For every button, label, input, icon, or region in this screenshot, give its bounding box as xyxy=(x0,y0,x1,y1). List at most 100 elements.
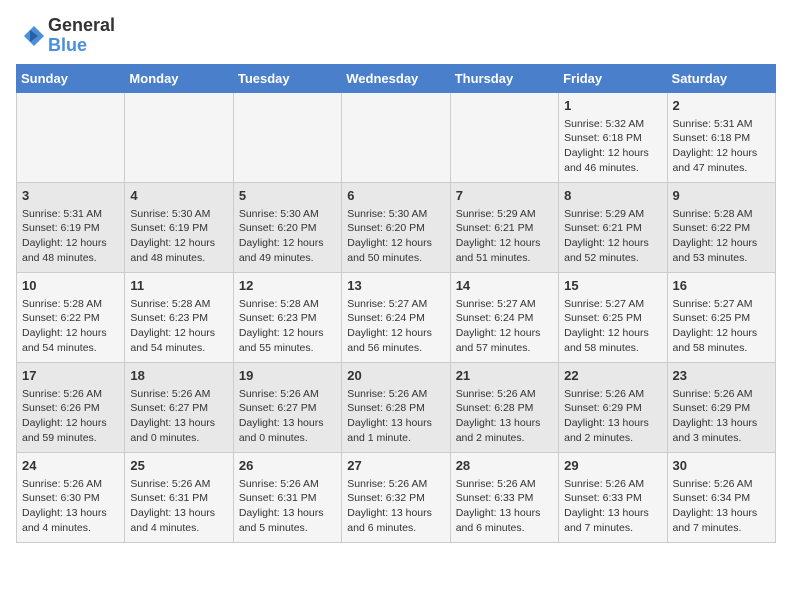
cell-content: Sunrise: 5:31 AM Sunset: 6:19 PM Dayligh… xyxy=(22,207,119,266)
day-number: 14 xyxy=(456,277,553,295)
calendar-cell: 7Sunrise: 5:29 AM Sunset: 6:21 PM Daylig… xyxy=(450,182,558,272)
calendar-cell xyxy=(125,92,233,182)
calendar-cell: 3 Sunrise: 5:31 AM Sunset: 6:19 PM Daylig… xyxy=(17,182,125,272)
week-row-4: 24 Sunrise: 5:26 AM Sunset: 6:30 PM Dayli… xyxy=(17,452,776,542)
week-row-0: 1 Sunrise: 5:32 AM Sunset: 6:18 PM Daylig… xyxy=(17,92,776,182)
logo: General Blue xyxy=(16,16,115,56)
cell-content: Sunrise: 5:30 AM Sunset: 6:19 PM Dayligh… xyxy=(130,207,227,266)
calendar-cell: 21Sunrise: 5:26 AM Sunset: 6:28 PM Dayli… xyxy=(450,362,558,452)
week-row-2: 10 Sunrise: 5:28 AM Sunset: 6:22 PM Dayli… xyxy=(17,272,776,362)
day-number: 1 xyxy=(564,97,661,115)
calendar-cell xyxy=(342,92,450,182)
cell-content: Sunrise: 5:27 AM Sunset: 6:25 PM Dayligh… xyxy=(673,297,770,356)
day-number: 28 xyxy=(456,457,553,475)
day-number: 12 xyxy=(239,277,336,295)
cell-content: Sunrise: 5:28 AM Sunset: 6:22 PM Dayligh… xyxy=(673,207,770,266)
calendar-cell: 4 Sunrise: 5:30 AM Sunset: 6:19 PM Daylig… xyxy=(125,182,233,272)
cell-content: Sunrise: 5:26 AM Sunset: 6:30 PM Dayligh… xyxy=(22,477,119,536)
cell-content: Sunrise: 5:26 AM Sunset: 6:29 PM Dayligh… xyxy=(564,387,661,446)
cell-content: Sunrise: 5:28 AM Sunset: 6:23 PM Dayligh… xyxy=(130,297,227,356)
day-number: 24 xyxy=(22,457,119,475)
cell-content: Sunrise: 5:28 AM Sunset: 6:23 PM Dayligh… xyxy=(239,297,336,356)
day-number: 5 xyxy=(239,187,336,205)
calendar-cell: 8 Sunrise: 5:29 AM Sunset: 6:21 PM Daylig… xyxy=(559,182,667,272)
calendar-cell: 20 Sunrise: 5:26 AM Sunset: 6:28 PM Dayli… xyxy=(342,362,450,452)
calendar-cell: 22 Sunrise: 5:26 AM Sunset: 6:29 PM Dayli… xyxy=(559,362,667,452)
logo-text: General Blue xyxy=(48,16,115,56)
day-number: 29 xyxy=(564,457,661,475)
cell-content: Sunrise: 5:29 AM Sunset: 6:21 PM Dayligh… xyxy=(564,207,661,266)
day-number: 2 xyxy=(673,97,770,115)
cell-content: Sunrise: 5:31 AM Sunset: 6:18 PM Dayligh… xyxy=(673,117,770,176)
day-number: 20 xyxy=(347,367,444,385)
day-number: 8 xyxy=(564,187,661,205)
header-sunday: Sunday xyxy=(17,64,125,92)
day-number: 23 xyxy=(673,367,770,385)
cell-content: Sunrise: 5:26 AM Sunset: 6:31 PM Dayligh… xyxy=(239,477,336,536)
cell-content: Sunrise: 5:30 AM Sunset: 6:20 PM Dayligh… xyxy=(239,207,336,266)
cell-content: Sunrise: 5:26 AM Sunset: 6:33 PM Dayligh… xyxy=(456,477,553,536)
day-number: 16 xyxy=(673,277,770,295)
day-number: 11 xyxy=(130,277,227,295)
calendar-cell: 15 Sunrise: 5:27 AM Sunset: 6:25 PM Dayli… xyxy=(559,272,667,362)
day-number: 3 xyxy=(22,187,119,205)
cell-content: Sunrise: 5:26 AM Sunset: 6:29 PM Dayligh… xyxy=(673,387,770,446)
cell-content: Sunrise: 5:32 AM Sunset: 6:18 PM Dayligh… xyxy=(564,117,661,176)
calendar-cell: 27 Sunrise: 5:26 AM Sunset: 6:32 PM Dayli… xyxy=(342,452,450,542)
cell-content: Sunrise: 5:26 AM Sunset: 6:33 PM Dayligh… xyxy=(564,477,661,536)
cell-content: Sunrise: 5:27 AM Sunset: 6:25 PM Dayligh… xyxy=(564,297,661,356)
calendar-cell: 19 Sunrise: 5:26 AM Sunset: 6:27 PM Dayli… xyxy=(233,362,341,452)
day-number: 13 xyxy=(347,277,444,295)
header-saturday: Saturday xyxy=(667,64,775,92)
header-friday: Friday xyxy=(559,64,667,92)
day-number: 19 xyxy=(239,367,336,385)
day-number: 15 xyxy=(564,277,661,295)
logo-icon xyxy=(16,22,44,50)
calendar-cell: 16 Sunrise: 5:27 AM Sunset: 6:25 PM Dayli… xyxy=(667,272,775,362)
cell-content: Sunrise: 5:26 AM Sunset: 6:31 PM Dayligh… xyxy=(130,477,227,536)
calendar-cell: 14 Sunrise: 5:27 AM Sunset: 6:24 PM Dayli… xyxy=(450,272,558,362)
cell-content: Sunrise: 5:26 AM Sunset: 6:27 PM Dayligh… xyxy=(239,387,336,446)
calendar-cell: 11 Sunrise: 5:28 AM Sunset: 6:23 PM Dayli… xyxy=(125,272,233,362)
cell-content: Sunrise: 5:27 AM Sunset: 6:24 PM Dayligh… xyxy=(347,297,444,356)
calendar-cell: 13 Sunrise: 5:27 AM Sunset: 6:24 PM Dayli… xyxy=(342,272,450,362)
day-number: 22 xyxy=(564,367,661,385)
calendar-cell: 6Sunrise: 5:30 AM Sunset: 6:20 PM Daylig… xyxy=(342,182,450,272)
calendar-cell: 10 Sunrise: 5:28 AM Sunset: 6:22 PM Dayli… xyxy=(17,272,125,362)
cell-content: Sunrise: 5:26 AM Sunset: 6:26 PM Dayligh… xyxy=(22,387,119,446)
calendar-cell: 9 Sunrise: 5:28 AM Sunset: 6:22 PM Daylig… xyxy=(667,182,775,272)
day-number: 9 xyxy=(673,187,770,205)
cell-content: Sunrise: 5:26 AM Sunset: 6:28 PM Dayligh… xyxy=(347,387,444,446)
calendar-cell: 2 Sunrise: 5:31 AM Sunset: 6:18 PM Daylig… xyxy=(667,92,775,182)
calendar-cell: 5 Sunrise: 5:30 AM Sunset: 6:20 PM Daylig… xyxy=(233,182,341,272)
calendar-cell: 26 Sunrise: 5:26 AM Sunset: 6:31 PM Dayli… xyxy=(233,452,341,542)
header-wednesday: Wednesday xyxy=(342,64,450,92)
cell-content: Sunrise: 5:26 AM Sunset: 6:27 PM Dayligh… xyxy=(130,387,227,446)
day-number: 4 xyxy=(130,187,227,205)
calendar-cell: 18Sunrise: 5:26 AM Sunset: 6:27 PM Dayli… xyxy=(125,362,233,452)
calendar-cell: 12 Sunrise: 5:28 AM Sunset: 6:23 PM Dayli… xyxy=(233,272,341,362)
calendar-cell: 23 Sunrise: 5:26 AM Sunset: 6:29 PM Dayli… xyxy=(667,362,775,452)
cell-content: Sunrise: 5:27 AM Sunset: 6:24 PM Dayligh… xyxy=(456,297,553,356)
cell-content: Sunrise: 5:26 AM Sunset: 6:34 PM Dayligh… xyxy=(673,477,770,536)
day-number: 6 xyxy=(347,187,444,205)
calendar-cell: 1 Sunrise: 5:32 AM Sunset: 6:18 PM Daylig… xyxy=(559,92,667,182)
calendar-cell: 24 Sunrise: 5:26 AM Sunset: 6:30 PM Dayli… xyxy=(17,452,125,542)
day-number: 21 xyxy=(456,367,553,385)
calendar-cell: 17 Sunrise: 5:26 AM Sunset: 6:26 PM Dayli… xyxy=(17,362,125,452)
calendar-cell: 30Sunrise: 5:26 AM Sunset: 6:34 PM Dayli… xyxy=(667,452,775,542)
day-number: 10 xyxy=(22,277,119,295)
calendar-cell: 28 Sunrise: 5:26 AM Sunset: 6:33 PM Dayli… xyxy=(450,452,558,542)
calendar-cell: 29 Sunrise: 5:26 AM Sunset: 6:33 PM Dayli… xyxy=(559,452,667,542)
cell-content: Sunrise: 5:26 AM Sunset: 6:32 PM Dayligh… xyxy=(347,477,444,536)
calendar-cell: 25Sunrise: 5:26 AM Sunset: 6:31 PM Dayli… xyxy=(125,452,233,542)
calendar-table: SundayMondayTuesdayWednesdayThursdayFrid… xyxy=(16,64,776,543)
cell-content: Sunrise: 5:28 AM Sunset: 6:22 PM Dayligh… xyxy=(22,297,119,356)
header-thursday: Thursday xyxy=(450,64,558,92)
cell-content: Sunrise: 5:29 AM Sunset: 6:21 PM Dayligh… xyxy=(456,207,553,266)
day-number: 26 xyxy=(239,457,336,475)
day-number: 17 xyxy=(22,367,119,385)
header-monday: Monday xyxy=(125,64,233,92)
day-number: 27 xyxy=(347,457,444,475)
week-row-1: 3 Sunrise: 5:31 AM Sunset: 6:19 PM Daylig… xyxy=(17,182,776,272)
